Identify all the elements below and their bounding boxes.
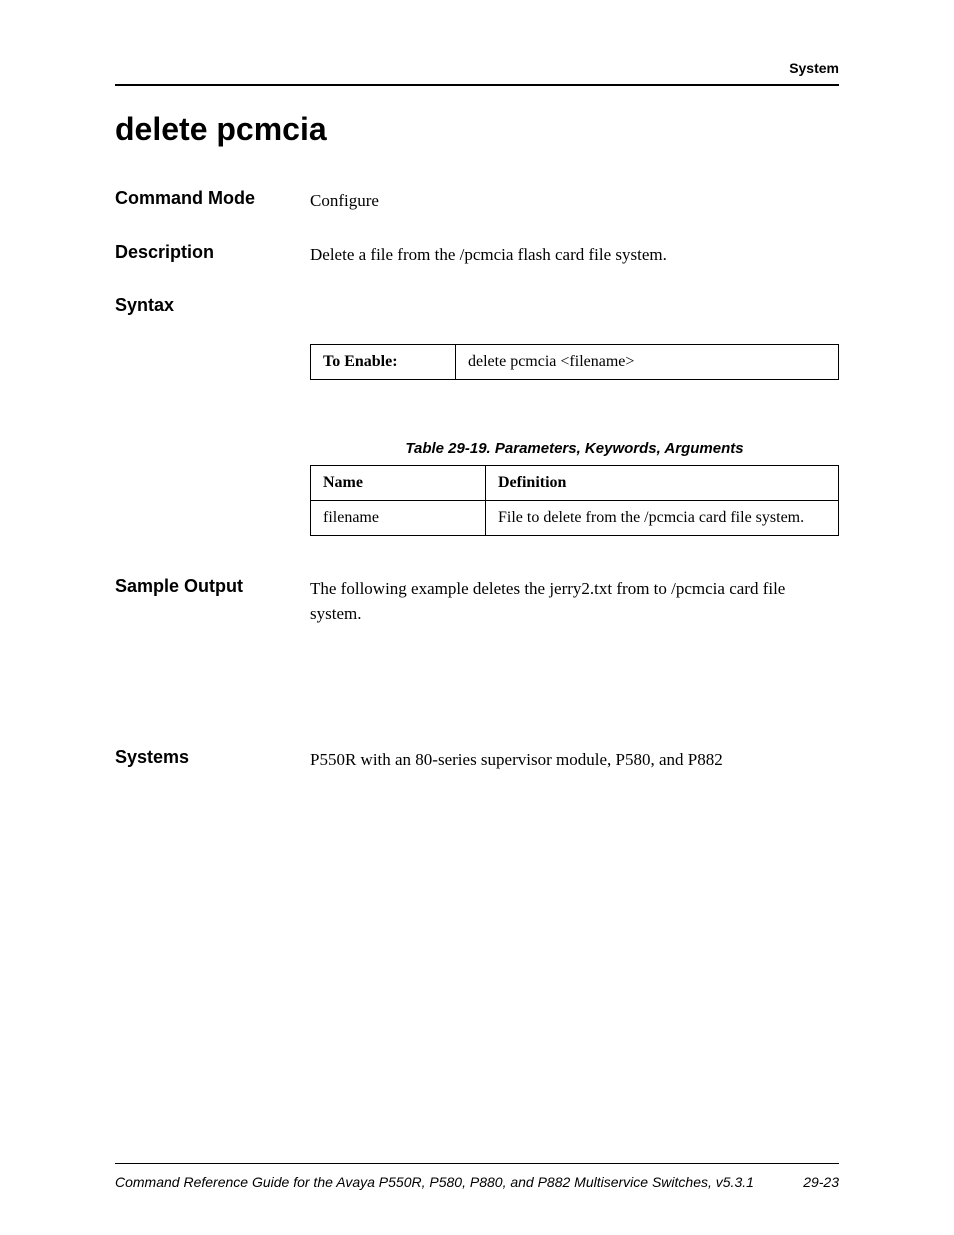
description-row: Description Delete a file from the /pcmc… [115,242,839,268]
systems-text: P550R with an 80-series supervisor modul… [310,747,839,773]
bottom-rule [115,1163,839,1164]
syntax-enable-label: To Enable: [311,345,456,380]
syntax-enable-value: delete pcmcia <filename> [456,345,839,380]
footer-line: Command Reference Guide for the Avaya P5… [115,1174,839,1190]
syntax-heading: Syntax [115,295,310,316]
param-table-header-row: Name Definition [311,466,839,501]
param-definition-cell: File to delete from the /pcmcia card fil… [486,501,839,536]
section-header: System [115,60,839,76]
param-name-cell: filename [311,501,486,536]
syntax-row: Syntax [115,295,839,316]
command-mode-text: Configure [310,188,839,214]
page-container: System delete pcmcia Command Mode Config… [0,0,954,1235]
sample-output-text: The following example deletes the jerry2… [310,576,839,626]
top-rule [115,84,839,86]
syntax-table-row: To Enable: delete pcmcia <filename> [311,345,839,380]
param-header-definition: Definition [486,466,839,501]
footer-right: 29-23 [803,1174,839,1190]
page-title: delete pcmcia [115,111,839,148]
param-table-row: filename File to delete from the /pcmcia… [311,501,839,536]
syntax-table: To Enable: delete pcmcia <filename> [310,344,839,380]
systems-heading: Systems [115,747,310,768]
param-table: Name Definition filename File to delete … [310,465,839,536]
param-header-name: Name [311,466,486,501]
command-mode-row: Command Mode Configure [115,188,839,214]
description-heading: Description [115,242,310,263]
footer-left: Command Reference Guide for the Avaya P5… [115,1174,754,1190]
page-footer: Command Reference Guide for the Avaya P5… [115,1163,839,1190]
command-mode-heading: Command Mode [115,188,310,209]
param-table-caption: Table 29-19. Parameters, Keywords, Argum… [310,440,839,457]
sample-output-heading: Sample Output [115,576,310,597]
sample-output-row: Sample Output The following example dele… [115,576,839,626]
description-text: Delete a file from the /pcmcia flash car… [310,242,839,268]
systems-row: Systems P550R with an 80-series supervis… [115,747,839,773]
